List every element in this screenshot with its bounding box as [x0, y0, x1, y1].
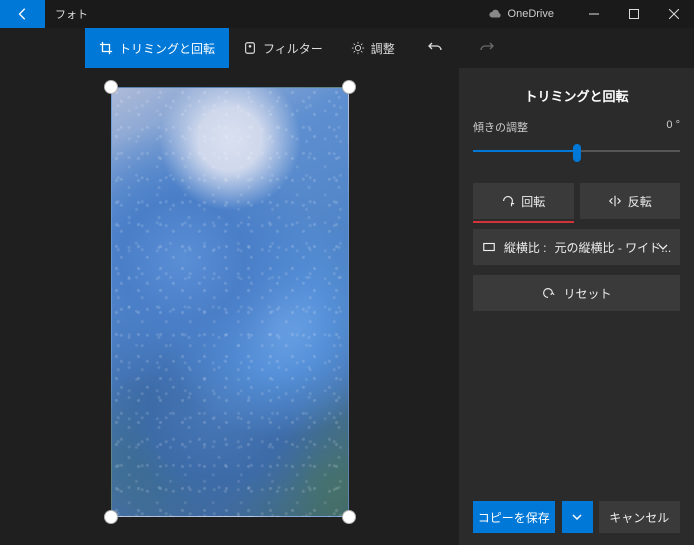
crop-handle-br[interactable]: [342, 510, 356, 524]
redo-icon: [479, 40, 495, 56]
crop-handle-bl[interactable]: [104, 510, 118, 524]
sidebar: トリミングと回転 傾きの調整 0 ° 回転 反転: [459, 68, 694, 545]
sidebar-footer: コピーを保存 キャンセル: [459, 501, 694, 533]
crop-handle-tl[interactable]: [104, 80, 118, 94]
reset-icon: [541, 286, 555, 300]
minimize-button[interactable]: [574, 0, 614, 28]
tab-filter[interactable]: フィルター: [229, 28, 337, 68]
straighten-label: 傾きの調整: [473, 119, 528, 135]
sidebar-title: トリミングと回転: [459, 78, 694, 119]
undo-button[interactable]: [409, 28, 461, 68]
rotate-icon: [501, 194, 515, 208]
tab-adjust[interactable]: 調整: [337, 28, 409, 68]
tab-label: 調整: [371, 40, 395, 57]
flip-icon: [608, 194, 622, 208]
photo-preview: [111, 87, 349, 517]
crop-frame[interactable]: [111, 87, 349, 517]
cloud-icon: [488, 9, 502, 19]
tab-label: フィルター: [263, 40, 323, 57]
crop-handle-tr[interactable]: [342, 80, 356, 94]
straighten-slider[interactable]: [473, 141, 680, 161]
undo-icon: [427, 40, 443, 56]
flip-button[interactable]: 反転: [580, 183, 681, 219]
back-button[interactable]: [0, 0, 45, 28]
close-button[interactable]: [654, 0, 694, 28]
button-label: 反転: [628, 193, 652, 210]
redo-button[interactable]: [461, 28, 513, 68]
aspect-icon: [482, 240, 496, 254]
crop-icon: [99, 41, 113, 55]
tab-label: トリミングと回転: [119, 40, 215, 57]
filter-icon: [243, 41, 257, 55]
slider-thumb[interactable]: [573, 144, 581, 162]
titlebar: フォト OneDrive: [0, 0, 694, 28]
aspect-label: 縦横比 :: [504, 239, 547, 256]
onedrive-label: OneDrive: [508, 8, 554, 20]
save-copy-button[interactable]: コピーを保存: [473, 501, 555, 533]
aspect-ratio-dropdown[interactable]: 縦横比 : 元の縦横比 - ワイド...: [473, 229, 680, 265]
cancel-button[interactable]: キャンセル: [599, 501, 681, 533]
onedrive-status[interactable]: OneDrive: [488, 8, 554, 20]
tab-crop-rotate[interactable]: トリミングと回転: [85, 28, 229, 68]
maximize-button[interactable]: [614, 0, 654, 28]
straighten-value: 0 °: [666, 119, 680, 135]
aspect-value: 元の縦横比 - ワイド...: [555, 239, 672, 256]
reset-button[interactable]: リセット: [473, 275, 680, 311]
chevron-down-icon: [658, 242, 668, 252]
brightness-icon: [351, 41, 365, 55]
chevron-down-icon: [572, 512, 582, 522]
app-title: フォト: [55, 6, 88, 22]
button-label: リセット: [563, 285, 611, 302]
rotate-button[interactable]: 回転: [473, 183, 574, 219]
button-label: 回転: [521, 193, 545, 210]
canvas-area[interactable]: [0, 68, 459, 545]
edit-toolbar: トリミングと回転 フィルター 調整: [0, 28, 694, 68]
save-dropdown-button[interactable]: [561, 501, 593, 533]
